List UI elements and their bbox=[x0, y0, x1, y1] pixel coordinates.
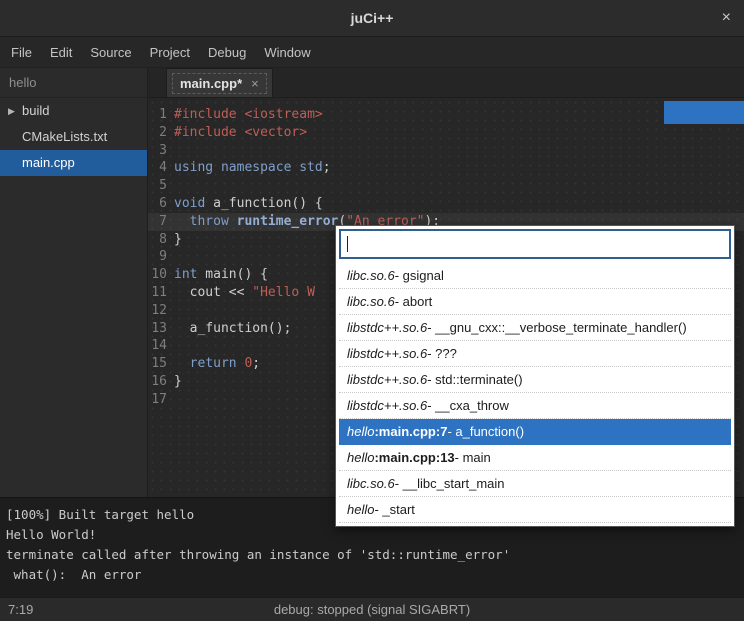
close-icon[interactable]: × bbox=[722, 10, 731, 26]
backtrace-popup: libc.so.6 - gsignallibc.so.6 - abortlibs… bbox=[335, 225, 735, 527]
tab-close-icon[interactable]: × bbox=[251, 76, 259, 91]
tree-item-label: build bbox=[22, 103, 49, 118]
code-text: #include <iostream> bbox=[174, 106, 323, 124]
line-number: 7 bbox=[148, 213, 174, 231]
debug-status: debug: stopped (signal SIGABRT) bbox=[274, 602, 470, 617]
code-text: #include <vector> bbox=[174, 124, 307, 142]
code-text: } bbox=[174, 231, 182, 249]
scrollbar-thumb[interactable] bbox=[664, 101, 744, 124]
code-line-3[interactable]: 3 bbox=[148, 142, 744, 160]
line-number: 3 bbox=[148, 142, 174, 160]
line-number: 5 bbox=[148, 177, 174, 195]
tree-item-main-cpp[interactable]: main.cpp bbox=[0, 150, 147, 176]
backtrace-item[interactable]: hello:main.cpp:7 - a_function() bbox=[339, 419, 731, 445]
line-number: 13 bbox=[148, 320, 174, 338]
backtrace-item[interactable]: libstdc++.so.6 - __cxa_throw bbox=[339, 393, 731, 419]
menu-item-source[interactable]: Source bbox=[81, 37, 140, 67]
code-line-6[interactable]: 6void a_function() { bbox=[148, 195, 744, 213]
backtrace-item[interactable]: libc.so.6 - abort bbox=[339, 289, 731, 315]
tree-item-label: main.cpp bbox=[22, 155, 75, 170]
tab-label: main.cpp* bbox=[180, 76, 242, 91]
code-text: a_function(); bbox=[174, 320, 291, 338]
backtrace-item[interactable]: libstdc++.so.6 - __gnu_cxx::__verbose_te… bbox=[339, 315, 731, 341]
status-bar: 7:19 debug: stopped (signal SIGABRT) bbox=[0, 597, 744, 621]
code-text: cout << "Hello W bbox=[174, 284, 315, 302]
code-text: return 0; bbox=[174, 355, 260, 373]
output-line: Hello World! bbox=[6, 525, 738, 545]
menu-bar: FileEditSourceProjectDebugWindow bbox=[0, 37, 744, 68]
file-tree: ▶ build CMakeLists.txt main.cpp bbox=[0, 98, 147, 176]
menu-item-file[interactable]: File bbox=[2, 37, 41, 67]
tab-main-cpp[interactable]: main.cpp* × bbox=[166, 68, 273, 97]
backtrace-item[interactable]: libstdc++.so.6 - std::terminate() bbox=[339, 367, 731, 393]
line-number: 12 bbox=[148, 302, 174, 320]
tab-bar: main.cpp* × bbox=[148, 68, 744, 98]
code-line-2[interactable]: 2#include <vector> bbox=[148, 124, 744, 142]
line-number: 1 bbox=[148, 106, 174, 124]
line-number: 4 bbox=[148, 159, 174, 177]
line-number: 9 bbox=[148, 248, 174, 266]
line-number: 2 bbox=[148, 124, 174, 142]
text-caret bbox=[347, 236, 348, 252]
title-bar: juCi++ × bbox=[0, 0, 744, 37]
code-text: using namespace std; bbox=[174, 159, 331, 177]
line-number: 14 bbox=[148, 337, 174, 355]
line-number: 16 bbox=[148, 373, 174, 391]
line-number: 6 bbox=[148, 195, 174, 213]
code-line-4[interactable]: 4using namespace std; bbox=[148, 159, 744, 177]
backtrace-item[interactable]: libstdc++.so.6 - ??? bbox=[339, 341, 731, 367]
backtrace-list: libc.so.6 - gsignallibc.so.6 - abortlibs… bbox=[339, 263, 731, 523]
backtrace-item[interactable]: libc.so.6 - gsignal bbox=[339, 263, 731, 289]
line-number: 10 bbox=[148, 266, 174, 284]
project-name: hello bbox=[0, 68, 147, 98]
backtrace-item[interactable]: libc.so.6 - __libc_start_main bbox=[339, 471, 731, 497]
line-number: 15 bbox=[148, 355, 174, 373]
window-title: juCi++ bbox=[351, 10, 394, 26]
menu-item-debug[interactable]: Debug bbox=[199, 37, 255, 67]
menu-item-edit[interactable]: Edit bbox=[41, 37, 81, 67]
cursor-position: 7:19 bbox=[0, 602, 33, 617]
code-text: } bbox=[174, 373, 182, 391]
line-number: 11 bbox=[148, 284, 174, 302]
tree-item-label: CMakeLists.txt bbox=[22, 129, 107, 144]
code-line-5[interactable]: 5 bbox=[148, 177, 744, 195]
code-line-1[interactable]: 1#include <iostream> bbox=[148, 106, 744, 124]
line-number: 17 bbox=[148, 391, 174, 409]
menu-item-window[interactable]: Window bbox=[255, 37, 319, 67]
popup-filter-input[interactable] bbox=[339, 229, 731, 259]
tab-inner: main.cpp* × bbox=[172, 73, 267, 94]
output-line: terminate called after throwing an insta… bbox=[6, 545, 738, 565]
code-text: int main() { bbox=[174, 266, 268, 284]
line-number: 8 bbox=[148, 231, 174, 249]
sidebar: hello ▶ build CMakeLists.txt main.cpp bbox=[0, 68, 148, 497]
menu-item-project[interactable]: Project bbox=[141, 37, 199, 67]
code-text: void a_function() { bbox=[174, 195, 323, 213]
tree-item-build[interactable]: ▶ build bbox=[0, 98, 147, 124]
backtrace-item[interactable]: hello:main.cpp:13 - main bbox=[339, 445, 731, 471]
backtrace-item[interactable]: hello - _start bbox=[339, 497, 731, 523]
expander-icon[interactable]: ▶ bbox=[8, 98, 15, 124]
tree-item-cmakelists-txt[interactable]: CMakeLists.txt bbox=[0, 124, 147, 150]
output-line: what(): An error bbox=[6, 565, 738, 585]
